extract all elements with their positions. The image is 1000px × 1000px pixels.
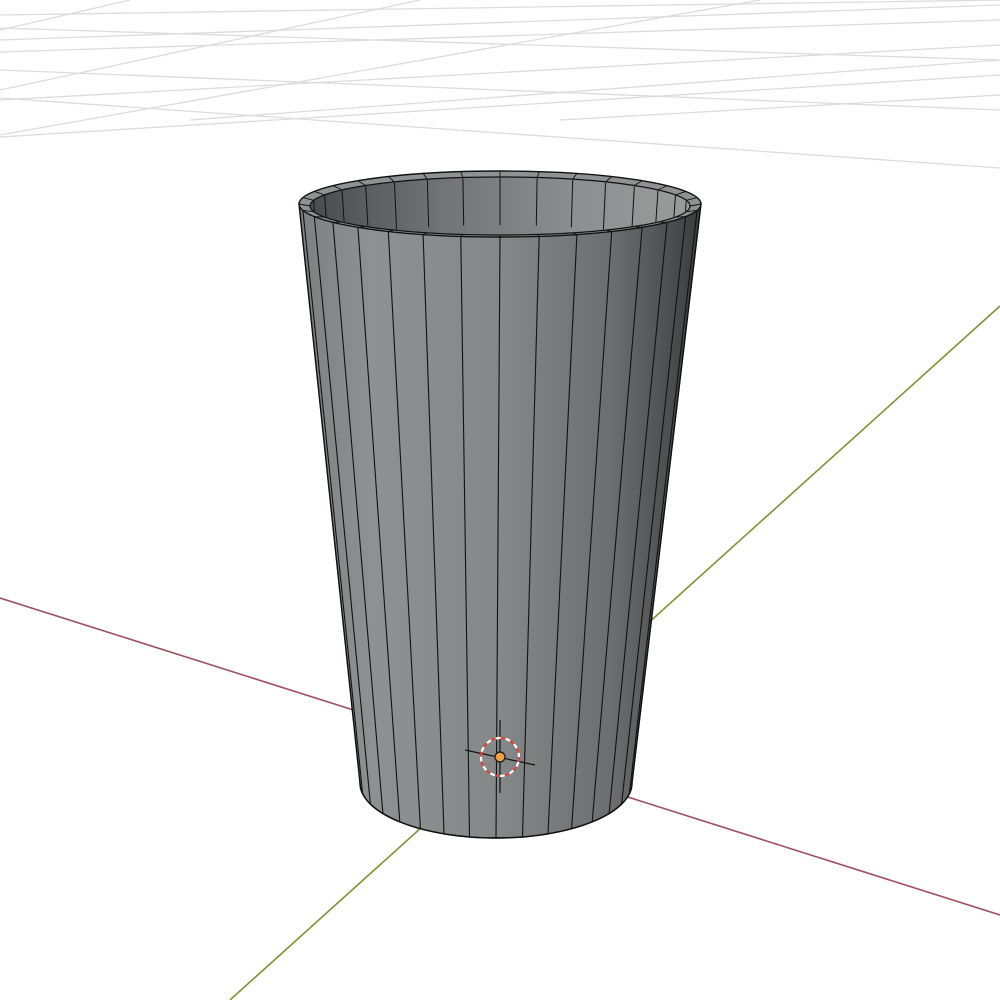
grid-line	[0, 27, 1000, 61]
rim-edge	[314, 216, 325, 218]
grid-line	[0, 0, 1000, 16]
object-origin-icon	[494, 751, 506, 763]
rim-edge	[675, 216, 686, 218]
floor-grid	[0, 0, 1000, 169]
viewport-canvas[interactable]	[0, 0, 1000, 1000]
grid-line	[0, 19, 1000, 53]
grid-line	[0, 44, 1000, 101]
grid-line	[189, 59, 1000, 121]
3d-viewport[interactable]	[0, 0, 1000, 1000]
grid-line	[0, 74, 1000, 138]
grid-line	[0, 4, 1000, 41]
